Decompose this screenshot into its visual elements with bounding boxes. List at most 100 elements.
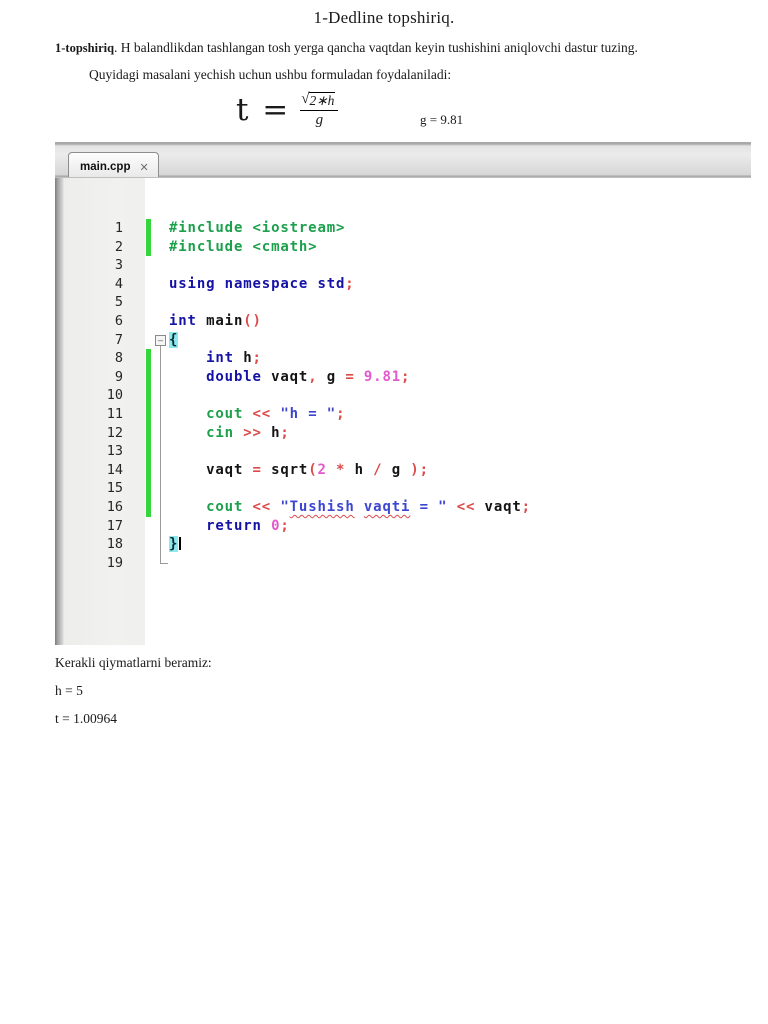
result-h-value: h = 5: [55, 683, 83, 698]
change-bar-empty: [145, 312, 152, 331]
ide-window: main.cpp ✕ 1 #include <iostream> 2 #include…: [55, 142, 751, 645]
fold-toggle-icon[interactable]: –: [152, 331, 169, 350]
fold-margin: [152, 516, 169, 536]
formula-fraction: √ 2∗h g: [300, 92, 339, 129]
line-number: 19: [106, 554, 123, 571]
change-bar: [145, 423, 152, 443]
change-bar: [145, 442, 152, 461]
code-text: }: [169, 535, 751, 554]
code-line: 14 vaqt = sqrt(2 * h / g );: [55, 460, 751, 480]
change-bar-empty: [145, 554, 152, 573]
fold-margin: [152, 553, 169, 573]
code-text: return 0;: [206, 517, 290, 534]
result-t-value: t = 1.00964: [55, 711, 117, 726]
formula-lhs: t =: [236, 91, 291, 128]
change-bar-empty: [145, 293, 152, 312]
change-bar: [145, 349, 152, 368]
fold-margin: [152, 367, 169, 387]
code-line: 12 cin >> h;: [55, 423, 751, 443]
code-line: 10: [55, 386, 751, 405]
line-number: 12: [106, 424, 123, 441]
change-bar: [145, 237, 152, 257]
change-bar: [145, 386, 152, 405]
fold-margin: [152, 460, 169, 480]
fold-margin: [152, 404, 169, 424]
code-text: cin >> h;: [206, 424, 290, 441]
line-number: 13: [106, 443, 123, 460]
fold-margin: [152, 349, 169, 368]
code-text: int main(): [169, 312, 262, 329]
line-number: 5: [114, 294, 123, 311]
fold-margin: [152, 535, 169, 554]
code-line: 7 –{: [55, 331, 751, 350]
fold-margin: [152, 423, 169, 443]
code-editor[interactable]: 1 #include <iostream> 2 #include <cmath> 3 4 u…: [55, 178, 751, 645]
formula-numerator: 2∗h: [308, 92, 336, 108]
line-number: 15: [106, 480, 123, 497]
code-text: vaqt = sqrt(2 * h / g );: [169, 461, 429, 478]
code-line: 8 int h;: [55, 349, 751, 368]
line-number: 7: [114, 331, 123, 348]
line-number: 9: [114, 368, 123, 385]
code-text: #include <cmath>: [169, 238, 318, 255]
change-bar-empty: [145, 535, 152, 554]
code-text: {: [169, 331, 179, 348]
tab-main-cpp[interactable]: main.cpp ✕: [68, 152, 159, 177]
code-text: double vaqt, g = 9.81;: [206, 368, 411, 385]
fold-margin: [152, 256, 169, 275]
change-bar: [145, 479, 152, 498]
formula: t = √ 2∗h g: [236, 90, 339, 129]
line-number: 17: [106, 517, 123, 534]
results-intro: Kerakli qiymatlarni beramiz:: [55, 655, 212, 670]
fold-margin: [152, 293, 169, 312]
line-number: 1: [114, 220, 123, 236]
tab-label: main.cpp: [80, 161, 131, 173]
code-text: using namespace std;: [169, 275, 355, 292]
change-bar-empty: [145, 275, 152, 294]
tab-bar: main.cpp ✕: [55, 142, 751, 178]
task-paragraph: 1-topshiriq. H balandlikdan tashlangan t…: [55, 40, 725, 56]
code-text: cout << "h = ";: [206, 405, 346, 422]
code-line: 9 double vaqt, g = 9.81;: [55, 367, 751, 387]
change-bar: [145, 497, 152, 517]
code-line: 18}: [55, 535, 751, 554]
change-bar: [145, 219, 152, 238]
line-number: 2: [114, 238, 123, 255]
line-number: 18: [106, 536, 123, 553]
hint-paragraph: Quyidagi masalani yechish uchun ushbu fo…: [89, 67, 452, 82]
code-line: 11 cout << "h = ";: [55, 404, 751, 424]
line-number: 11: [106, 405, 123, 422]
change-bar-empty: [145, 517, 152, 536]
page-title: 1-Dedline topshiriq.: [313, 8, 455, 27]
code-line: 19: [55, 553, 751, 573]
code-text: int h;: [206, 350, 262, 367]
fold-margin: [152, 442, 169, 461]
gravity-constant: g = 9.81: [420, 112, 464, 127]
code-line: 3: [55, 256, 751, 275]
change-bar: [145, 404, 152, 424]
fold-margin: [152, 497, 169, 517]
fold-margin: [152, 479, 169, 498]
fold-margin: [152, 219, 169, 238]
change-bar-empty: [145, 331, 152, 350]
code-line: 15: [55, 479, 751, 498]
code-line: 1 #include <iostream>: [55, 219, 751, 238]
text-caret: [179, 537, 182, 551]
line-number: 14: [106, 461, 123, 478]
code-text: cout << "Tushish vaqti = " << vaqt;: [206, 498, 531, 515]
code-line: 17 return 0;: [55, 516, 751, 536]
line-number: 16: [106, 498, 123, 515]
code-line: 6 int main(): [55, 312, 751, 331]
code-line: 5: [55, 293, 751, 312]
code-line: 13: [55, 442, 751, 461]
close-icon[interactable]: ✕: [139, 161, 148, 174]
task-label: 1-topshiriq: [55, 41, 115, 55]
change-bar-empty: [145, 256, 152, 275]
line-number: 6: [114, 312, 123, 329]
editor-lines: 1 #include <iostream> 2 #include <cmath> 3 4 u…: [55, 219, 751, 572]
